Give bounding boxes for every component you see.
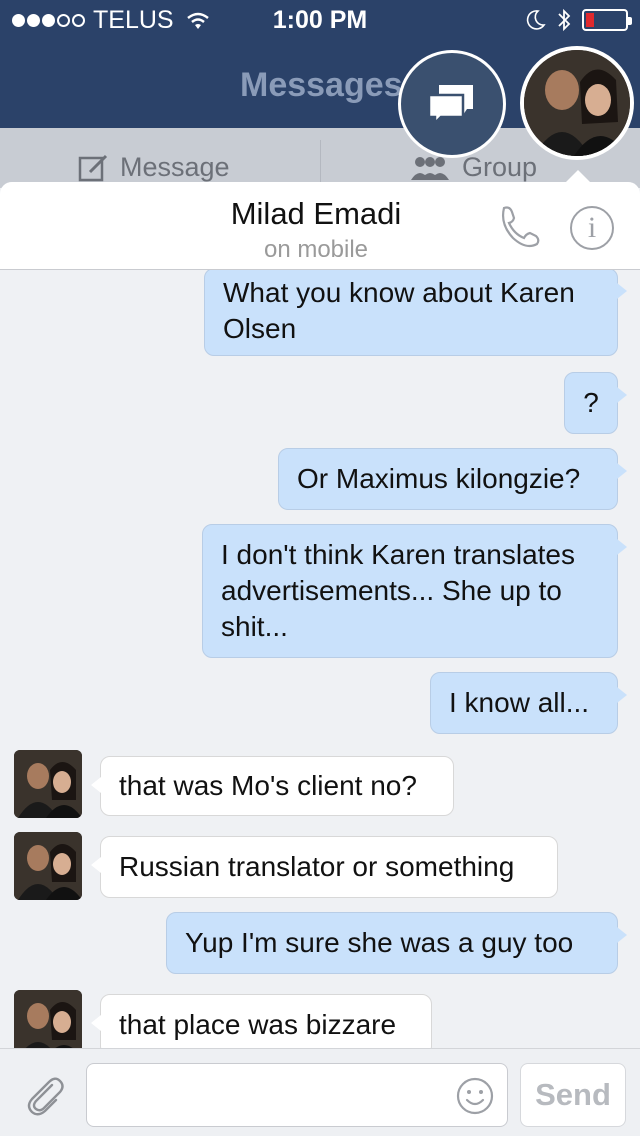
message-bubble-incoming: that place was bizzare <box>91 994 432 1048</box>
battery-icon <box>582 9 632 31</box>
message-bubble-outgoing: I don't think Karen translates advertise… <box>202 524 627 658</box>
paperclip-icon[interactable] <box>22 1073 66 1117</box>
message-input[interactable] <box>86 1063 508 1127</box>
send-button[interactable]: Send <box>520 1063 626 1127</box>
message-bubble-outgoing: What you know about Karen Olsen <box>204 270 627 356</box>
message-bubble-outgoing: I know all... <box>430 672 627 734</box>
message-composer: Send <box>0 1048 640 1136</box>
emoji-icon[interactable] <box>456 1077 494 1115</box>
message-bubble-incoming: Russian translator or something <box>91 836 558 898</box>
message-bubble-outgoing: Or Maximus kilongzie? <box>278 448 627 510</box>
status-bar: TELUS 1:00 PM <box>0 0 640 40</box>
chat-panel: Milad Emadi on mobile i What you know ab… <box>0 182 640 1136</box>
moon-icon <box>526 10 546 30</box>
compose-icon <box>78 154 108 181</box>
contact-chat-head-avatar[interactable] <box>520 46 634 160</box>
new-group-button[interactable]: Group <box>408 152 537 183</box>
message-bubble-incoming: that was Mo's client no? <box>91 756 454 816</box>
sender-avatar[interactable] <box>14 750 82 818</box>
sender-avatar[interactable] <box>14 990 82 1048</box>
chat-heads-messages-button[interactable] <box>398 50 506 158</box>
message-list[interactable]: What you know about Karen Olsen ? Or Max… <box>0 270 640 1048</box>
new-message-button[interactable]: Message <box>78 152 230 183</box>
phone-icon[interactable] <box>496 202 544 250</box>
sender-avatar[interactable] <box>14 832 82 900</box>
message-bubble-outgoing: Yup I'm sure she was a guy too <box>166 912 627 974</box>
info-icon[interactable]: i <box>570 206 614 250</box>
new-message-label: Message <box>120 152 230 182</box>
message-bubble-outgoing: ? <box>564 372 627 434</box>
nav-title: Messages <box>240 66 403 104</box>
bluetooth-icon <box>558 8 571 32</box>
chat-bubbles-icon <box>427 85 473 125</box>
chat-header: Milad Emadi on mobile i <box>0 182 640 270</box>
new-group-label: Group <box>462 152 538 182</box>
